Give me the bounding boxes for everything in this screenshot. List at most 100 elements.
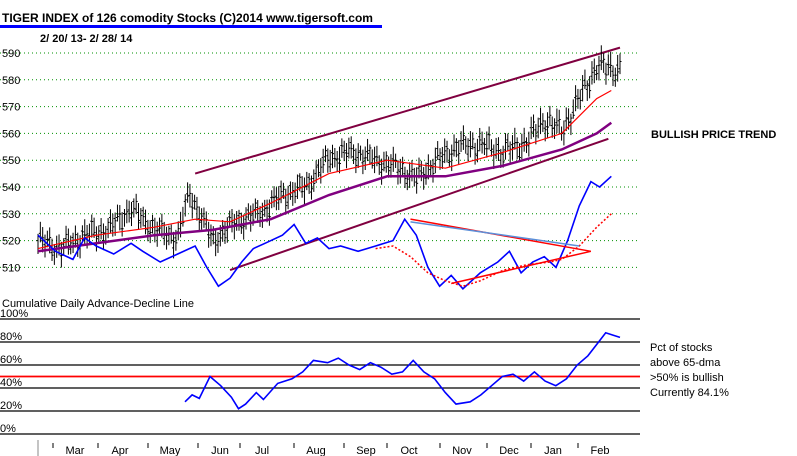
month-label: Mar <box>66 445 85 456</box>
price-bar <box>349 136 353 159</box>
price-bar <box>539 107 543 135</box>
price-bar <box>391 146 395 172</box>
price-bar <box>510 135 514 160</box>
trend-lines <box>194 46 621 272</box>
price-bar <box>118 205 122 231</box>
price-bar <box>415 167 419 194</box>
price-bar <box>445 140 449 163</box>
y-tick-label: 580 <box>2 75 20 87</box>
price-bar <box>153 217 157 243</box>
price-bar <box>550 116 554 138</box>
price-bar <box>576 88 580 109</box>
price-bar <box>487 126 491 150</box>
price-bar <box>480 131 484 154</box>
price-bar <box>459 131 463 152</box>
price-bar <box>125 199 129 224</box>
price-bar <box>284 188 288 215</box>
price-bar <box>361 149 365 175</box>
price-bar <box>457 140 461 164</box>
price-bar <box>517 143 521 163</box>
ad-ma-line <box>375 213 612 287</box>
price-bar <box>548 105 552 127</box>
price-bar <box>613 67 617 87</box>
price-bar <box>328 149 332 173</box>
price-bar <box>101 223 105 251</box>
price-bar <box>482 137 486 156</box>
price-bar <box>454 138 458 158</box>
month-label: Sep <box>356 445 376 456</box>
y-tick-label: 510 <box>2 262 20 274</box>
price-bar <box>471 132 475 150</box>
price-bar <box>146 219 150 242</box>
price-bar <box>557 109 561 135</box>
price-bar <box>183 194 187 217</box>
price-bar <box>468 131 472 158</box>
ad-line-label: Cumulative Daily Advance-Decline Line <box>2 298 194 310</box>
price-bar <box>581 75 585 102</box>
price-bar <box>195 196 199 221</box>
pct-label-line2: above 65-dma <box>650 357 721 369</box>
month-label: Dec <box>499 445 519 456</box>
price-bar <box>305 171 309 191</box>
upper-tick-labels: 590 580 570 560 550 540 530 520 510 <box>2 48 20 274</box>
price-bar <box>541 113 545 133</box>
price-bar <box>522 127 526 152</box>
price-bar <box>167 225 171 246</box>
month-axis: Mar Apr May Jun Jul Aug Sep Oct Nov Dec Jan Feb <box>37 440 610 456</box>
pct-tick-label: 100% <box>0 308 28 320</box>
price-bar <box>151 214 155 234</box>
price-bar <box>270 190 274 209</box>
price-bar <box>249 205 253 232</box>
month-label: Jun <box>211 445 229 456</box>
price-bar <box>172 231 176 259</box>
price-bar <box>440 146 444 169</box>
pct-tick-label: 40% <box>0 377 22 389</box>
price-bar <box>340 138 344 158</box>
month-label: Feb <box>591 445 610 456</box>
price-bar <box>94 226 98 252</box>
pct-label-line1: Pct of stocks <box>650 342 713 354</box>
price-bar <box>443 138 447 164</box>
month-label: Apr <box>111 445 128 456</box>
price-bar <box>611 65 615 87</box>
y-tick-label: 550 <box>2 155 20 167</box>
price-bar <box>352 144 356 165</box>
price-bar <box>492 144 496 170</box>
price-bar <box>354 148 358 174</box>
y-tick-label: 570 <box>2 102 20 114</box>
price-bar <box>99 218 103 240</box>
price-bar <box>342 140 346 162</box>
pct-tick-label: 80% <box>0 331 22 343</box>
pct-tick-label: 0% <box>0 423 16 435</box>
y-tick-label: 540 <box>2 182 20 194</box>
price-bar <box>274 187 278 211</box>
price-bar <box>165 226 169 250</box>
price-bar <box>578 89 582 110</box>
month-label: Aug <box>306 445 326 456</box>
price-bar <box>606 54 610 76</box>
price-bar <box>359 145 363 161</box>
ad-lines <box>37 175 612 290</box>
price-bar <box>452 134 456 157</box>
price-bar <box>438 148 442 170</box>
date-range: 2/ 20/ 13- 2/ 28/ 14 <box>40 33 133 45</box>
price-bar <box>599 45 603 71</box>
price-bar <box>73 225 77 248</box>
price-bar <box>202 207 206 228</box>
price-bar <box>134 193 138 215</box>
price-bar <box>293 182 297 204</box>
price-bar <box>106 218 110 239</box>
price-bar <box>368 144 372 165</box>
price-bar <box>494 137 498 159</box>
price-bar <box>604 62 608 85</box>
chart-title: TIGER INDEX of 126 comodity Stocks (C)20… <box>2 11 373 25</box>
price-bar <box>223 221 227 244</box>
y-tick-label: 530 <box>2 209 20 221</box>
price-bar <box>209 224 213 247</box>
month-label: Jan <box>544 445 562 456</box>
y-tick-label: 590 <box>2 48 20 60</box>
price-bar <box>197 206 201 231</box>
price-bar <box>302 177 306 205</box>
price-bar <box>373 146 377 174</box>
price-bar <box>321 148 325 174</box>
